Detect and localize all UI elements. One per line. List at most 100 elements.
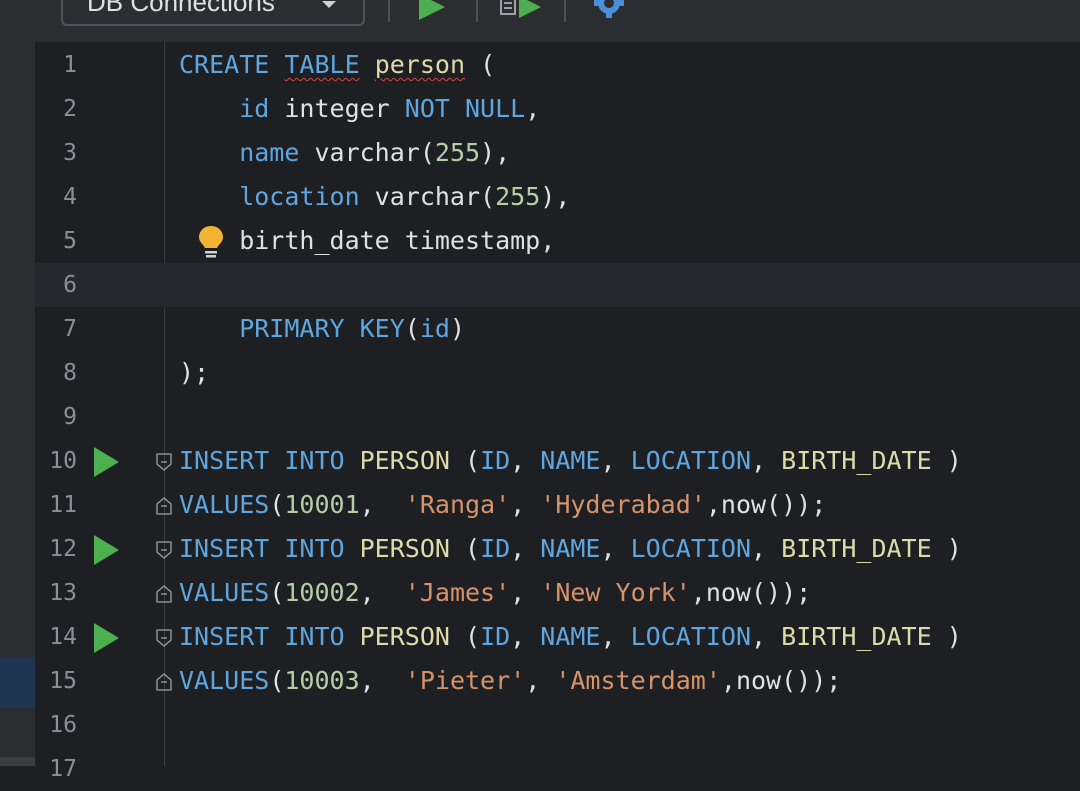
code-line[interactable]: 8); bbox=[35, 351, 1080, 395]
code-token: ) bbox=[931, 534, 962, 563]
toolbar-separator bbox=[564, 0, 566, 22]
code-token: PERSON bbox=[344, 446, 465, 475]
code-token: ID bbox=[480, 622, 511, 651]
code-text: location varchar(255), bbox=[179, 175, 570, 219]
db-connections-dropdown[interactable]: DB Connections bbox=[61, 0, 365, 26]
sql-editor[interactable]: 1 CREATE TABLE person (2 id integer NOT N… bbox=[35, 42, 1080, 782]
toolbar: DB Connections bbox=[35, 0, 1080, 42]
fold-marker-icon[interactable] bbox=[156, 628, 172, 648]
code-token: varchar( bbox=[359, 182, 496, 211]
code-token: INSERT INTO bbox=[179, 622, 345, 651]
code-token: , bbox=[510, 490, 541, 519]
chevron-down-icon bbox=[322, 1, 336, 8]
line-number: 8 bbox=[63, 360, 77, 386]
code-token: NAME bbox=[540, 534, 601, 563]
code-token: PRIMARY KEY bbox=[179, 314, 405, 343]
code-line[interactable]: 4 location varchar(255), bbox=[35, 175, 1080, 219]
code-line[interactable]: 1 CREATE TABLE person ( bbox=[35, 43, 1080, 87]
run-icon[interactable] bbox=[417, 0, 447, 20]
code-token: PERSON bbox=[344, 622, 465, 651]
code-line[interactable]: 5 birth_date timestamp, bbox=[35, 219, 1080, 263]
code-line[interactable]: 7 PRIMARY KEY(id) bbox=[35, 307, 1080, 351]
code-token: ) bbox=[931, 446, 962, 475]
settings-gear-icon[interactable] bbox=[591, 0, 627, 18]
code-token: ); bbox=[179, 358, 210, 387]
fold-marker-icon[interactable] bbox=[156, 672, 172, 692]
code-token: 255 bbox=[495, 182, 541, 211]
code-line[interactable]: 15 VALUES(10003, 'Pieter', 'Amsterdam',no… bbox=[35, 659, 1080, 703]
code-text: INSERT INTO PERSON (ID, NAME, LOCATION, … bbox=[179, 615, 962, 659]
code-token: , bbox=[510, 534, 541, 563]
code-token: 'New York' bbox=[540, 578, 691, 607]
selected-tool-window[interactable] bbox=[0, 658, 35, 708]
code-line[interactable]: 6 bbox=[35, 263, 1080, 307]
code-token: 10001 bbox=[284, 490, 360, 519]
code-token: ,now()); bbox=[720, 666, 842, 695]
code-token: LOCATION bbox=[630, 534, 752, 563]
line-number: 11 bbox=[49, 492, 77, 518]
code-text: ); bbox=[179, 351, 209, 395]
fold-marker-icon[interactable] bbox=[156, 452, 172, 472]
line-number: 4 bbox=[63, 184, 77, 210]
line-number: 1 bbox=[63, 52, 77, 78]
line-number: 6 bbox=[63, 272, 77, 298]
code-line[interactable]: 17 bbox=[35, 747, 1080, 791]
code-token: ( bbox=[269, 666, 285, 695]
code-token: ) bbox=[449, 314, 466, 343]
code-line[interactable]: 14 INSERT INTO PERSON (ID, NAME, LOCATION… bbox=[35, 615, 1080, 659]
code-token: person bbox=[374, 50, 466, 79]
line-number: 5 bbox=[63, 228, 77, 254]
run-statement-icon[interactable] bbox=[93, 623, 119, 653]
line-number: 16 bbox=[49, 712, 77, 738]
run-selection-icon[interactable] bbox=[499, 0, 543, 20]
line-number: 17 bbox=[49, 756, 77, 782]
code-token: ( bbox=[269, 490, 285, 519]
fold-marker-icon[interactable] bbox=[156, 496, 172, 516]
code-line[interactable]: 3 name varchar(255), bbox=[35, 131, 1080, 175]
code-token: , bbox=[359, 490, 405, 519]
code-token: , bbox=[600, 446, 631, 475]
code-line[interactable]: 16 bbox=[35, 703, 1080, 747]
code-token: TABLE bbox=[284, 50, 360, 79]
run-statement-icon[interactable] bbox=[93, 535, 119, 565]
code-line[interactable]: 11 VALUES(10001, 'Ranga', 'Hyderabad',now… bbox=[35, 483, 1080, 527]
code-line[interactable]: 9 bbox=[35, 395, 1080, 439]
code-token: , bbox=[510, 622, 541, 651]
code-text: VALUES(10003, 'Pieter', 'Amsterdam',now(… bbox=[179, 659, 841, 703]
code-text: CREATE TABLE person ( bbox=[179, 43, 495, 87]
code-token: , bbox=[525, 666, 556, 695]
code-text: name varchar(255), bbox=[179, 131, 510, 175]
code-line[interactable]: 10 INSERT INTO PERSON (ID, NAME, LOCATION… bbox=[35, 439, 1080, 483]
line-number: 9 bbox=[63, 404, 77, 430]
code-line[interactable]: 12 INSERT INTO PERSON (ID, NAME, LOCATION… bbox=[35, 527, 1080, 571]
code-token: , bbox=[525, 94, 541, 123]
code-token: LOCATION bbox=[630, 622, 752, 651]
code-token: NOT NULL bbox=[404, 94, 526, 123]
code-line[interactable]: 13 VALUES(10002, 'James', 'New York',now(… bbox=[35, 571, 1080, 615]
line-number: 10 bbox=[49, 448, 77, 474]
run-statement-icon[interactable] bbox=[93, 447, 119, 477]
code-token: 'Ranga' bbox=[404, 490, 511, 519]
code-token: location bbox=[179, 182, 360, 211]
code-token: , bbox=[751, 622, 782, 651]
code-line[interactable]: 2 id integer NOT NULL, bbox=[35, 87, 1080, 131]
code-token: VALUES bbox=[179, 666, 270, 695]
line-number: 12 bbox=[49, 536, 77, 562]
code-token: id bbox=[419, 314, 450, 343]
code-token: 255 bbox=[434, 138, 481, 167]
code-token: VALUES bbox=[179, 578, 270, 607]
fold-marker-icon[interactable] bbox=[156, 584, 172, 604]
code-token: integer bbox=[269, 94, 405, 123]
code-token: name bbox=[179, 138, 300, 167]
line-number: 7 bbox=[63, 316, 77, 342]
code-token: 10003 bbox=[284, 666, 360, 695]
code-token: 10002 bbox=[284, 578, 360, 607]
code-token: 'Pieter' bbox=[404, 666, 526, 695]
code-token: BIRTH_DATE bbox=[781, 622, 932, 651]
code-token: ,now()); bbox=[690, 578, 812, 607]
code-token: ( bbox=[465, 446, 481, 475]
fold-marker-icon[interactable] bbox=[156, 540, 172, 560]
code-token: , bbox=[359, 578, 405, 607]
